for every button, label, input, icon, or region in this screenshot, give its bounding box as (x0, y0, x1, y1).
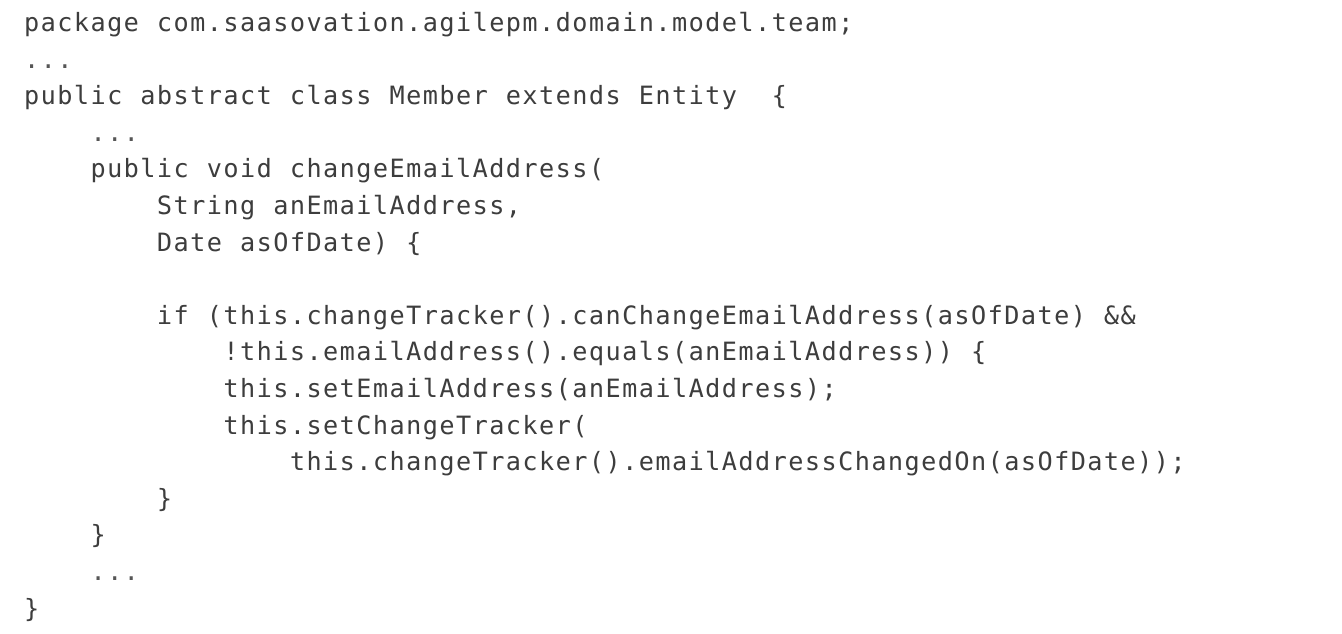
code-line: ... (24, 117, 141, 147)
code-line: this.setChangeTracker( (24, 410, 589, 440)
code-block: package com.saasovation.agilepm.domain.m… (24, 5, 1187, 627)
code-line: public abstract class Member extends Ent… (24, 81, 789, 111)
code-line: !this.emailAddress().equals(anEmailAddre… (24, 337, 988, 367)
code-line: } (24, 520, 108, 550)
code-line: } (24, 483, 174, 513)
code-line: String anEmailAddress, (24, 190, 523, 220)
code-line: public void changeEmailAddress( (24, 154, 606, 184)
code-listing-container: package com.saasovation.agilepm.domain.m… (0, 0, 1342, 634)
code-line: this.setEmailAddress(anEmailAddress); (24, 373, 839, 403)
code-line: this.changeTracker().emailAddressChanged… (24, 447, 1187, 477)
code-line: } (24, 593, 41, 623)
code-line: package com.saasovation.agilepm.domain.m… (24, 8, 855, 37)
code-line: ... (24, 44, 74, 74)
code-line: if (this.changeTracker().canChangeEmailA… (24, 300, 1138, 330)
code-line: ... (24, 556, 141, 586)
code-line: Date asOfDate) { (24, 227, 423, 257)
